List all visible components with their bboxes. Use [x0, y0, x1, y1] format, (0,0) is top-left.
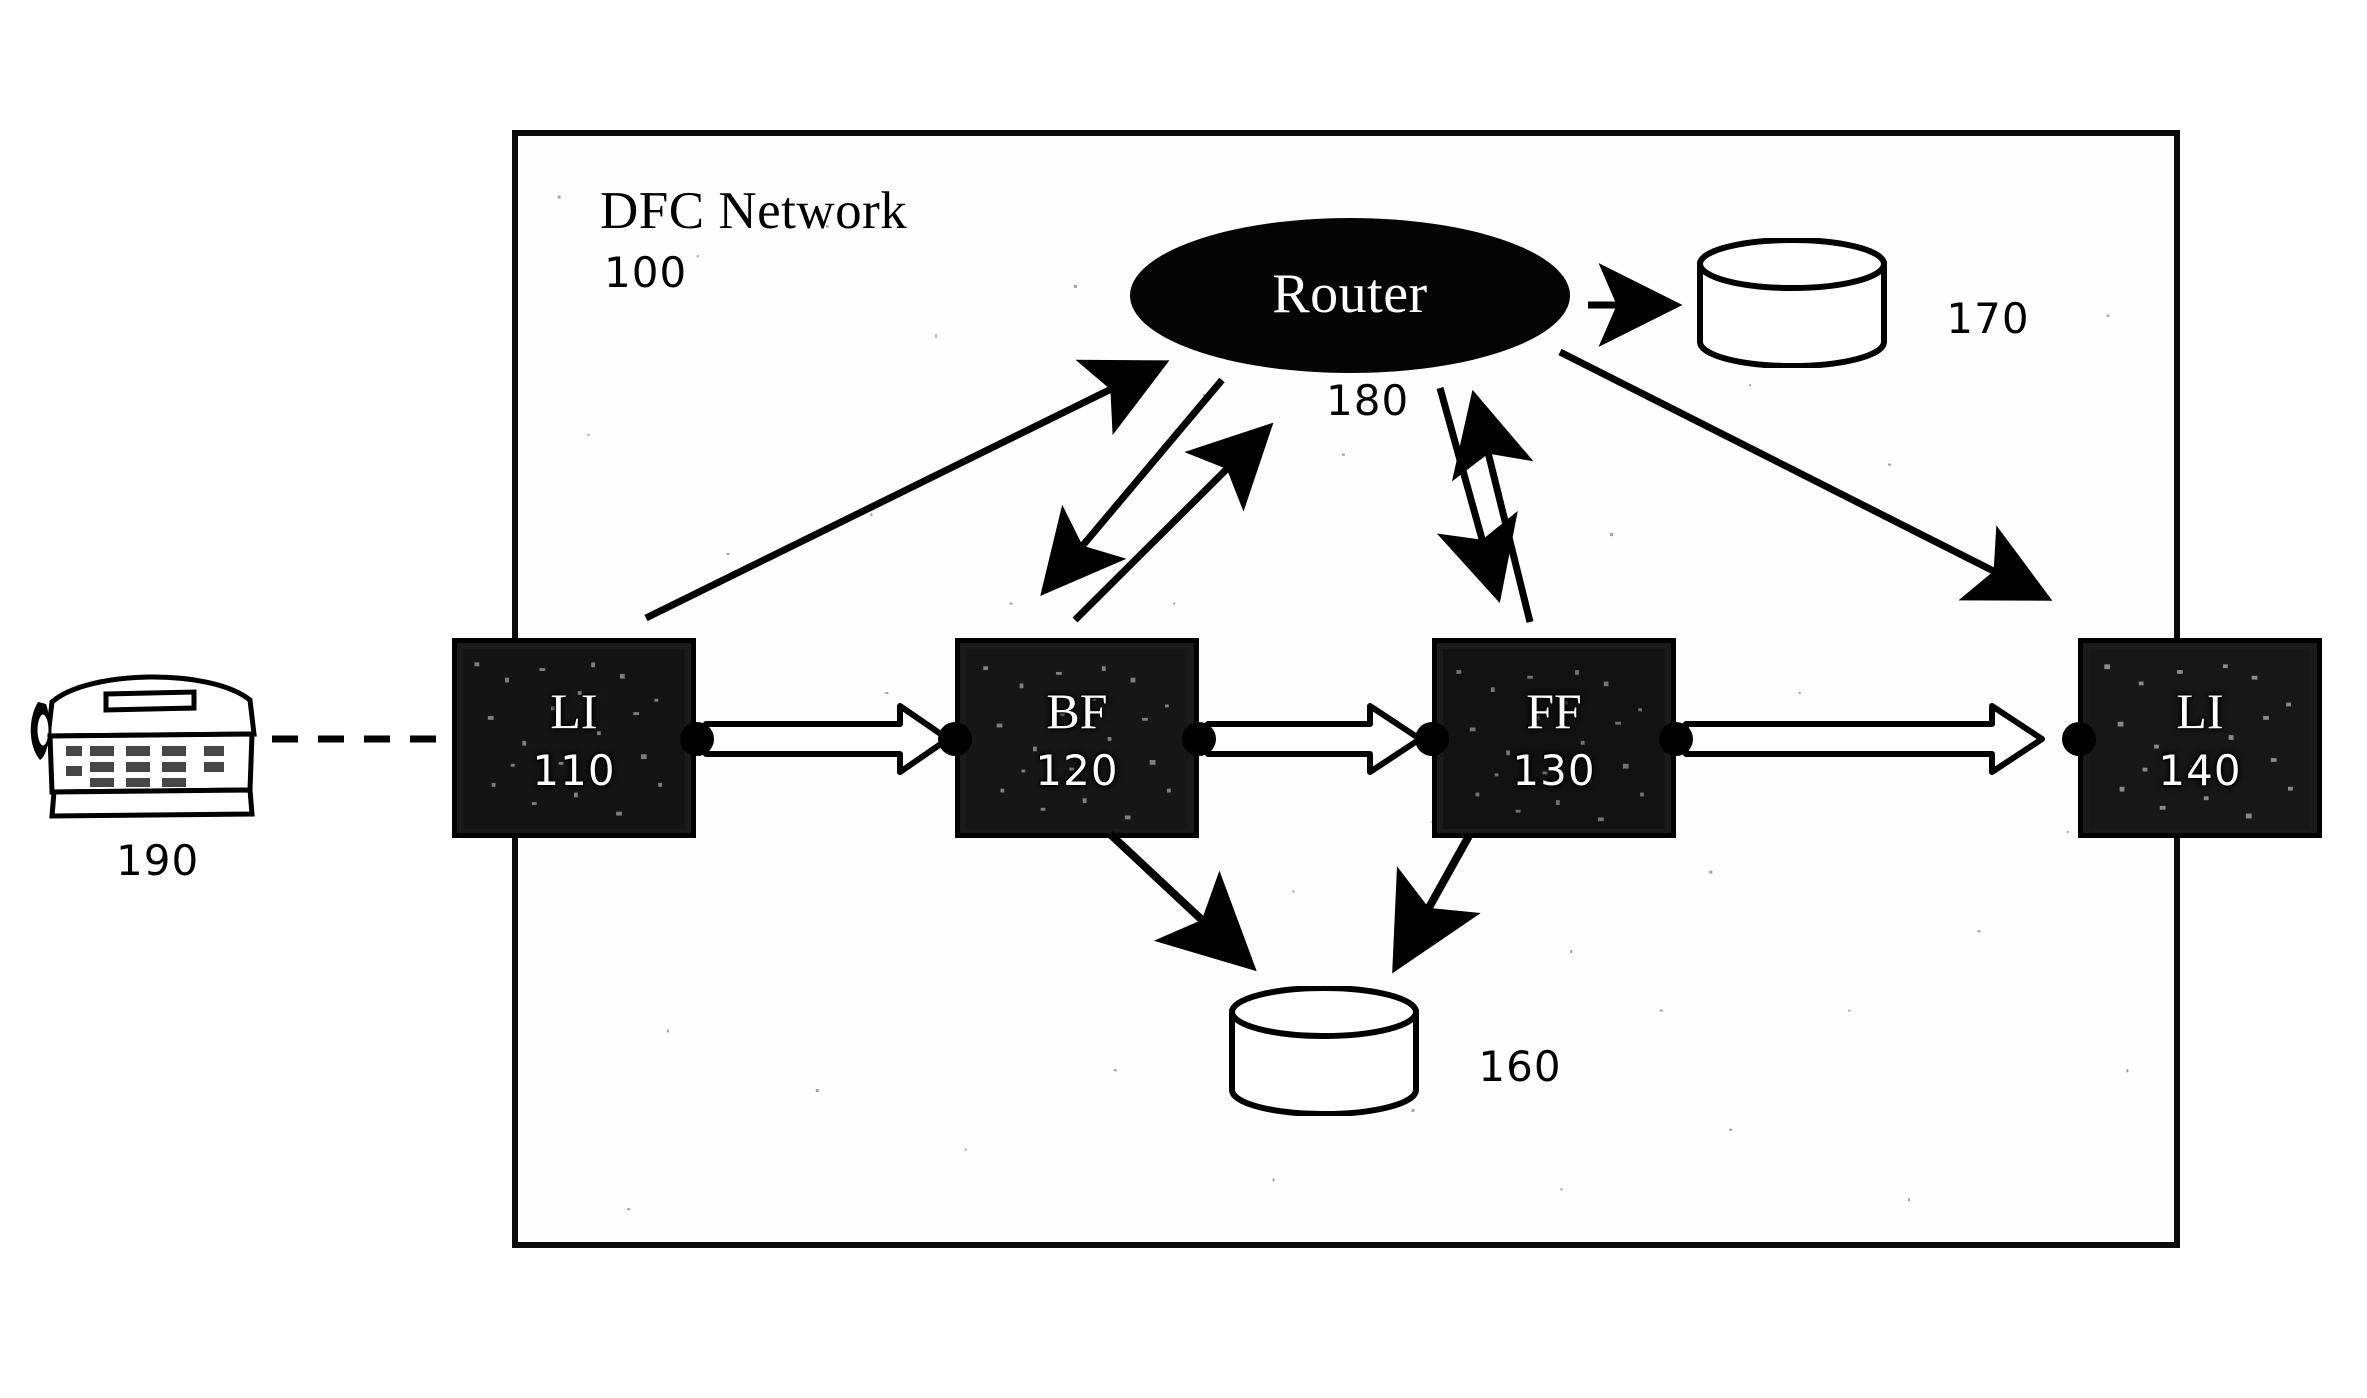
router-label: Router — [1272, 262, 1428, 325]
port-bf120-left[interactable] — [938, 722, 972, 756]
telephone-endpoint[interactable] — [28, 650, 268, 830]
node-li-140-code: LI — [2176, 682, 2224, 739]
node-li-110[interactable]: LI 110 — [452, 638, 696, 838]
router-ref-numeral: 180 — [1326, 376, 1410, 425]
port-li110-right[interactable] — [680, 722, 714, 756]
node-li-110-code: LI — [550, 682, 598, 739]
node-bf-120-code: BF — [1046, 682, 1108, 739]
node-li-110-ref: 110 — [532, 745, 616, 795]
diagram-canvas: DFC Network 100 Router 180 170 160 LI 11… — [0, 0, 2367, 1398]
node-bf-120-ref: 120 — [1035, 745, 1119, 795]
port-ff130-right[interactable] — [1659, 722, 1693, 756]
network-title: DFC Network — [600, 182, 908, 240]
cylinder-icon — [1229, 985, 1419, 1117]
telephone-icon — [30, 674, 257, 819]
router-node[interactable]: Router — [1130, 218, 1570, 373]
port-li140-left[interactable] — [2062, 722, 2096, 756]
network-ref-numeral: 100 — [604, 248, 688, 297]
data-store-160[interactable]: 160 — [1226, 985, 1561, 1117]
node-bf-120[interactable]: BF 120 — [955, 638, 1199, 838]
node-ff-130[interactable]: FF 130 — [1432, 638, 1676, 838]
node-li-140-ref: 140 — [2158, 745, 2242, 795]
node-ff-130-ref: 130 — [1512, 745, 1596, 795]
data-store-170[interactable]: 170 — [1694, 237, 2029, 369]
port-ff130-left[interactable] — [1415, 722, 1449, 756]
data-store-160-ref: 160 — [1478, 1042, 1562, 1091]
node-li-140[interactable]: LI 140 — [2078, 638, 2322, 838]
data-store-170-ref: 170 — [1946, 294, 2030, 343]
node-ff-130-code: FF — [1526, 682, 1582, 739]
port-bf120-right[interactable] — [1182, 722, 1216, 756]
cylinder-icon — [1697, 237, 1887, 369]
telephone-ref-numeral: 190 — [116, 836, 200, 885]
